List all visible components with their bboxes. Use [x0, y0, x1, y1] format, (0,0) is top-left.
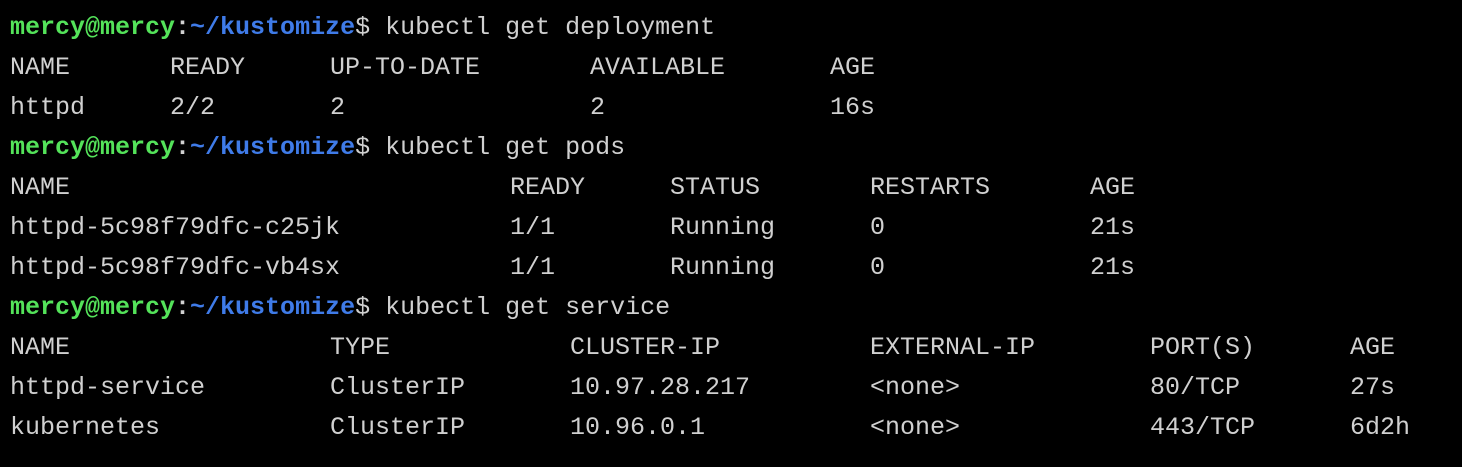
prompt-dollar: $: [355, 293, 371, 322]
prompt-user-host: mercy@mercy: [10, 13, 176, 42]
table-cell: 80/TCP: [1150, 373, 1241, 402]
header-cell: AGE: [1350, 333, 1396, 362]
table-cell: httpd-service: [10, 373, 206, 402]
prompt-colon: :: [175, 133, 191, 162]
table-cell: Running: [670, 253, 776, 282]
table-cell: <none>: [870, 413, 961, 442]
table-cell: 6d2h: [1350, 413, 1411, 442]
table-cell: ClusterIP: [330, 413, 466, 442]
table-cell: 2/2: [170, 93, 216, 122]
header-cell: NAME: [10, 173, 71, 202]
table-row: httpd-service ClusterIP 10.97.28.217 <none>…: [10, 368, 1462, 408]
prompt-line: mercy@mercy:~/kustomize$ kubectl get pod…: [10, 128, 1462, 168]
header-cell: UP-TO-DATE: [330, 53, 481, 82]
prompt-path: ~/kustomize: [190, 13, 356, 42]
table-cell: <none>: [870, 373, 961, 402]
table-cell: 443/TCP: [1150, 413, 1256, 442]
table-cell: 27s: [1350, 373, 1396, 402]
prompt-line: mercy@mercy:~/kustomize$ kubectl get ser…: [10, 288, 1462, 328]
header-cell: PORT(S): [1150, 333, 1256, 362]
table-header: NAME READY UP-TO-DATE AVAILABLE AGE: [10, 48, 1462, 88]
table-cell: 21s: [1090, 213, 1136, 242]
table-cell: 0: [870, 213, 886, 242]
table-header: NAME TYPE CLUSTER-IP EXTERNAL-IP PORT(S) AGE: [10, 328, 1462, 368]
prompt-line: mercy@mercy:~/kustomize$ kubectl get dep…: [10, 8, 1462, 48]
table-row: httpd 2/2 2 2 16s: [10, 88, 1462, 128]
table-cell: ClusterIP: [330, 373, 466, 402]
command-text: kubectl get pods: [385, 133, 626, 162]
header-cell: CLUSTER-IP: [570, 333, 721, 362]
prompt-colon: :: [175, 13, 191, 42]
table-cell: httpd-5c98f79dfc-c25jk: [10, 213, 341, 242]
table-cell: kubernetes: [10, 413, 161, 442]
table-row: kubernetes ClusterIP 10.96.0.1 <none> 443/TC…: [10, 408, 1462, 448]
table-row: httpd-5c98f79dfc-c25jk 1/1 Running 0 21s: [10, 208, 1462, 248]
terminal-window[interactable]: mercy@mercy:~/kustomize$ kubectl get dep…: [0, 0, 1462, 467]
prompt-path: ~/kustomize: [190, 133, 356, 162]
table-cell: 1/1: [510, 253, 556, 282]
table-cell: 10.96.0.1: [570, 413, 706, 442]
header-cell: RESTARTS: [870, 173, 991, 202]
table-cell: Running: [670, 213, 776, 242]
header-cell: READY: [510, 173, 586, 202]
table-cell: 2: [590, 93, 606, 122]
prompt-dollar: $: [355, 133, 371, 162]
table-cell: 21s: [1090, 253, 1136, 282]
header-cell: TYPE: [330, 333, 391, 362]
header-cell: NAME: [10, 53, 71, 82]
header-cell: STATUS: [670, 173, 761, 202]
table-cell: 2: [330, 93, 346, 122]
table-cell: httpd-5c98f79dfc-vb4sx: [10, 253, 341, 282]
header-cell: NAME: [10, 333, 71, 362]
prompt-dollar: $: [355, 13, 371, 42]
table-row: httpd-5c98f79dfc-vb4sx 1/1 Running 0 21s: [10, 248, 1462, 288]
table-cell: 0: [870, 253, 886, 282]
command-text: kubectl get deployment: [385, 13, 716, 42]
table-cell: 10.97.28.217: [570, 373, 751, 402]
prompt-path: ~/kustomize: [190, 293, 356, 322]
prompt-user-host: mercy@mercy: [10, 293, 176, 322]
header-cell: AVAILABLE: [590, 53, 726, 82]
header-cell: READY: [170, 53, 246, 82]
table-header: NAME READY STATUS RESTARTS AGE: [10, 168, 1462, 208]
table-cell: 16s: [830, 93, 876, 122]
header-cell: EXTERNAL-IP: [870, 333, 1036, 362]
header-cell: AGE: [830, 53, 876, 82]
prompt-user-host: mercy@mercy: [10, 133, 176, 162]
table-cell: httpd: [10, 93, 86, 122]
command-text: kubectl get service: [385, 293, 671, 322]
prompt-colon: :: [175, 293, 191, 322]
header-cell: AGE: [1090, 173, 1136, 202]
table-cell: 1/1: [510, 213, 556, 242]
